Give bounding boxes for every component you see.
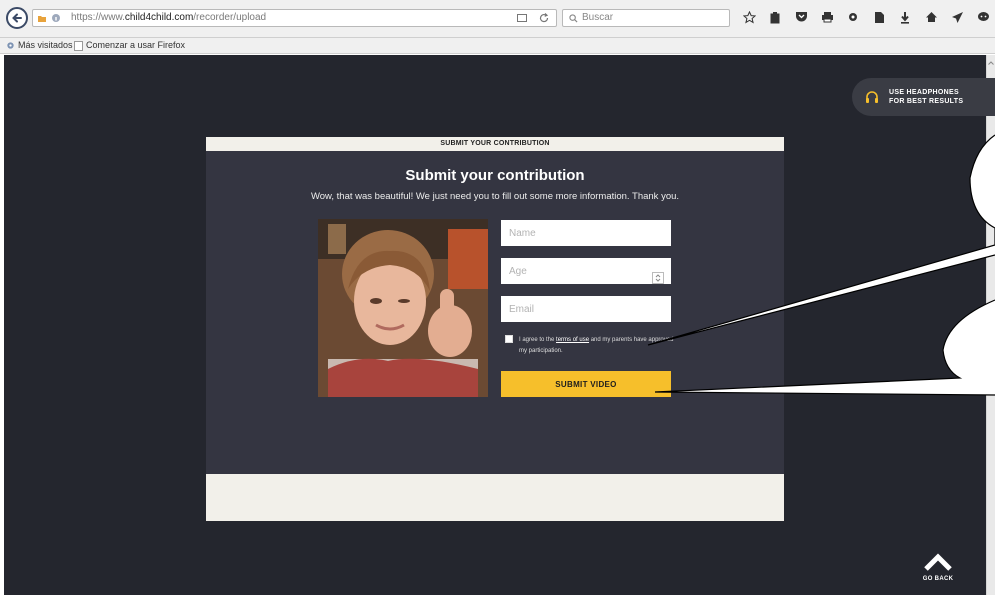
send-icon[interactable] <box>950 10 964 24</box>
modal-title: Submit your contribution <box>405 167 585 184</box>
url-path: /recorder/upload <box>193 12 267 23</box>
folder-icon <box>38 16 46 22</box>
terms-of-use-link[interactable]: terms of use <box>556 337 589 343</box>
url-bar[interactable]: https://www.child4child.com/recorder/upl… <box>32 9 557 27</box>
back-button[interactable] <box>6 7 28 29</box>
bookmark-most-visited[interactable]: Más visitados <box>6 38 73 53</box>
scroll-up-icon[interactable] <box>987 59 995 67</box>
home-icon[interactable] <box>924 10 938 24</box>
name-field[interactable] <box>501 220 671 246</box>
clipboard-icon[interactable] <box>768 10 782 24</box>
url-prefix: https://www. <box>71 12 125 23</box>
terms-text-before: I agree to the <box>519 337 557 343</box>
go-back-button[interactable]: GO BACK <box>918 552 958 592</box>
extension-icon[interactable] <box>846 10 860 24</box>
go-back-label: GO BACK <box>922 576 954 582</box>
page-scrollbar[interactable] <box>986 55 995 595</box>
age-stepper[interactable] <box>652 272 664 284</box>
headphones-badge: USE HEADPHONES FOR BEST RESULTS <box>852 78 995 116</box>
bookmark-label: Comenzar a usar Firefox <box>86 40 186 50</box>
bookmark-label: Más visitados <box>18 40 73 50</box>
document-icon[interactable] <box>872 10 886 24</box>
video-thumbnail <box>318 219 488 397</box>
terms-checkbox[interactable] <box>505 335 513 343</box>
arrow-left-icon <box>12 13 22 23</box>
headphones-line-1: USE HEADPHONES <box>889 89 959 96</box>
site-identity <box>37 13 61 23</box>
bookmarks-bar: Más visitados Comenzar a usar Firefox <box>0 38 995 54</box>
page-icon <box>74 40 83 51</box>
modal-subtitle: Wow, that was beautiful! We just need yo… <box>310 191 680 202</box>
browser-toolbar: https://www.child4child.com/recorder/upl… <box>0 0 995 38</box>
search-bar[interactable]: Buscar <box>562 9 730 27</box>
search-placeholder: Buscar <box>582 12 614 23</box>
headphones-text: USE HEADPHONES FOR BEST RESULTS <box>889 88 963 106</box>
age-field[interactable] <box>501 258 671 284</box>
submit-video-button[interactable]: SUBMIT VIDEO <box>501 371 671 397</box>
headphones-icon <box>866 91 878 103</box>
modal-footer <box>206 474 784 521</box>
headphones-line-2: FOR BEST RESULTS <box>889 98 964 105</box>
url-actions <box>516 12 550 24</box>
reader-view-icon[interactable] <box>516 12 528 24</box>
url-text[interactable]: https://www.child4child.com/recorder/upl… <box>71 10 266 26</box>
terms-label: I agree to the terms of use and my paren… <box>519 335 679 357</box>
submit-modal: Submit your contribution Wow, that was b… <box>206 151 784 474</box>
chevron-up-icon <box>924 553 952 571</box>
search-icon <box>569 13 578 23</box>
reload-icon[interactable] <box>538 12 550 24</box>
email-field[interactable] <box>501 296 671 322</box>
star-icon[interactable] <box>742 10 756 24</box>
modal-header: SUBMIT YOUR CONTRIBUTION <box>206 137 784 151</box>
video-thumbnail-image <box>318 219 488 397</box>
url-domain: child4child.com <box>124 12 194 23</box>
bookmark-getting-started[interactable]: Comenzar a usar Firefox <box>74 38 185 53</box>
site-info-icon[interactable] <box>51 13 61 23</box>
chat-icon[interactable] <box>976 10 990 24</box>
toolbar-icons <box>742 10 995 24</box>
download-icon[interactable] <box>898 10 912 24</box>
stepper-arrows-icon <box>655 274 661 282</box>
gear-icon <box>7 42 14 49</box>
print-icon[interactable] <box>820 10 834 24</box>
pocket-icon[interactable] <box>794 10 808 24</box>
